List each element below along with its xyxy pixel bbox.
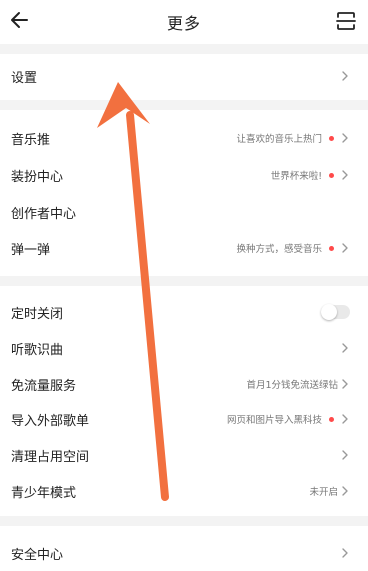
timer-toggle[interactable] — [321, 304, 350, 320]
section-separator — [0, 276, 368, 286]
chevron-right-icon — [342, 414, 348, 424]
row-label: 导入外部歌单 — [11, 414, 90, 429]
timer-close-row[interactable]: 定时关闭 — [0, 294, 368, 330]
row-subtitle: 未开启 — [309, 487, 338, 498]
chevron-right-icon — [342, 133, 348, 143]
red-dot-badge — [329, 136, 334, 141]
top-bar: 更多 — [0, 0, 368, 44]
row-label: 设置 — [11, 71, 38, 86]
row-label: 清理占用空间 — [11, 450, 90, 465]
red-dot-badge — [329, 246, 334, 251]
chevron-right-icon — [342, 71, 348, 81]
section-separator — [0, 44, 368, 54]
row-label: 创作者中心 — [11, 207, 77, 222]
decoration-center-row[interactable]: 装扮中心 世界杯来啦! — [0, 157, 368, 193]
page-title: 更多 — [166, 14, 201, 33]
red-dot-badge — [329, 173, 334, 178]
free-data-service-row[interactable]: 免流量服务 首月1分钱免流送绿钻 — [0, 366, 368, 402]
row-label: 安全中心 — [11, 548, 64, 563]
clear-storage-row[interactable]: 清理占用空间 — [0, 437, 368, 473]
chevron-right-icon — [342, 379, 348, 389]
creator-center-row[interactable]: 创作者中心 — [0, 194, 368, 230]
row-subtitle: 世界杯来啦! — [270, 171, 322, 182]
row-label: 青少年模式 — [11, 486, 77, 501]
import-playlist-row[interactable]: 导入外部歌单 网页和图片导入黑科技 — [0, 401, 368, 437]
chevron-right-icon — [342, 343, 348, 353]
row-label: 定时关闭 — [11, 307, 64, 322]
chevron-right-icon — [342, 486, 348, 496]
row-label: 免流量服务 — [11, 379, 77, 394]
chevron-right-icon — [342, 450, 348, 460]
song-recognition-row[interactable]: 听歌识曲 — [0, 330, 368, 366]
security-center-row[interactable]: 安全中心 — [0, 535, 368, 571]
settings-row[interactable]: 设置 — [0, 58, 368, 94]
section-separator — [0, 516, 368, 526]
chevron-right-icon — [342, 243, 348, 253]
row-label: 听歌识曲 — [11, 343, 64, 358]
row-label: 弹一弹 — [11, 243, 51, 258]
red-dot-badge — [329, 417, 334, 422]
teen-mode-row[interactable]: 青少年模式 未开启 — [0, 473, 368, 509]
toggle-knob — [321, 304, 337, 320]
row-label: 装扮中心 — [11, 170, 64, 185]
music-push-row[interactable]: 音乐推 让喜欢的音乐上热门 — [0, 120, 368, 156]
row-subtitle: 网页和图片导入黑科技 — [226, 415, 322, 426]
scan-icon[interactable] — [336, 11, 356, 31]
section-separator — [0, 100, 368, 110]
tap-tap-row[interactable]: 弹一弹 换种方式，感受音乐 — [0, 230, 368, 266]
row-subtitle: 让喜欢的音乐上热门 — [236, 134, 322, 145]
chevron-right-icon — [342, 170, 348, 180]
row-subtitle: 首月1分钱免流送绿钻 — [246, 380, 338, 391]
row-subtitle: 换种方式，感受音乐 — [236, 244, 322, 255]
row-label: 音乐推 — [11, 133, 51, 148]
chevron-right-icon — [342, 548, 348, 558]
